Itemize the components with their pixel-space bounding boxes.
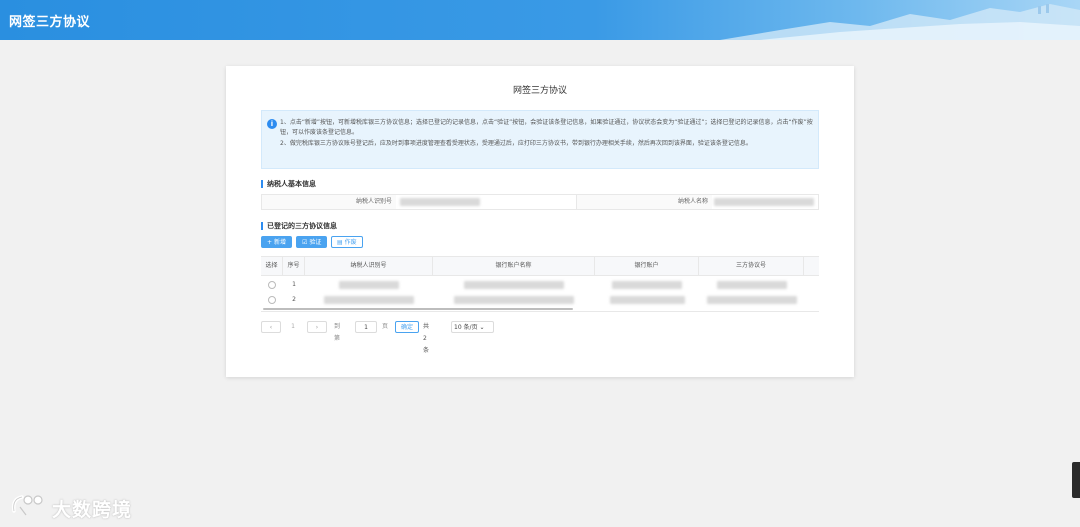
app-title: 网签三方协议 bbox=[9, 15, 91, 30]
header-index: 序号 bbox=[283, 257, 305, 275]
chevron-left-icon: ‹ bbox=[269, 324, 273, 331]
add-button[interactable]: + 新增 bbox=[261, 236, 292, 248]
row-taxpayer-id bbox=[305, 277, 433, 292]
taxpayer-id-value bbox=[400, 195, 576, 209]
page-size-select[interactable]: 10 条/页 ⌄ bbox=[451, 321, 494, 333]
main-card: 网签三方协议 i 1、点击“新增”按钮，可新增税库银三方协议信息；选择已登记的记… bbox=[226, 66, 854, 377]
header-bank-account: 银行账户 bbox=[595, 257, 699, 275]
info-icon: i bbox=[267, 119, 277, 129]
row-index: 1 bbox=[292, 281, 296, 288]
taxpayer-info-row: 纳税人识别号 纳税人名称 bbox=[261, 194, 819, 210]
row-taxpayer-id bbox=[305, 292, 433, 307]
agreements-table: 选择 序号 纳税人识别号 银行账户名称 银行账户 三方协议号 1 2 bbox=[261, 256, 819, 312]
mountain-decoration bbox=[720, 4, 1080, 40]
side-float-tab[interactable] bbox=[1072, 462, 1080, 498]
watermark: 大数跨境 bbox=[8, 491, 131, 521]
taxpayer-id-label: 纳税人识别号 bbox=[262, 195, 396, 209]
goto-confirm-button[interactable]: 确定 bbox=[395, 321, 419, 333]
goto-label: 到第 bbox=[334, 323, 341, 342]
void-button[interactable]: ▤ 作废 bbox=[331, 236, 363, 248]
watermark-text: 大数跨境 bbox=[52, 499, 133, 521]
page-unit-label: 页 bbox=[382, 323, 389, 330]
page-title: 网签三方协议 bbox=[512, 86, 567, 96]
goto-page-input[interactable]: 1 bbox=[355, 321, 377, 333]
verify-button[interactable]: ☑ 验证 bbox=[296, 236, 328, 248]
chevron-right-icon: › bbox=[315, 324, 319, 331]
prev-page-button[interactable]: ‹ bbox=[261, 321, 281, 333]
top-header: 网签三方协议 bbox=[0, 0, 1080, 40]
taxpayer-name-label: 纳税人名称 bbox=[576, 195, 712, 209]
row-index: 2 bbox=[292, 296, 296, 303]
agreements-section-title: 已登记的三方协议信息 bbox=[261, 222, 337, 230]
table-row[interactable]: 1 bbox=[261, 277, 819, 292]
total-count: 共 2 条 bbox=[423, 323, 430, 354]
row-bank-account bbox=[595, 292, 699, 307]
horizontal-scrollbar[interactable] bbox=[263, 308, 573, 310]
header-taxpayer-id: 纳税人识别号 bbox=[305, 257, 433, 275]
current-page[interactable]: 1 bbox=[283, 321, 303, 333]
watermark-logo-icon bbox=[11, 495, 43, 516]
row-agreement-no bbox=[699, 277, 804, 292]
table-header: 选择 序号 纳税人识别号 银行账户名称 银行账户 三方协议号 bbox=[261, 257, 819, 276]
header-bank-account-name: 银行账户名称 bbox=[433, 257, 595, 275]
table-row[interactable]: 2 bbox=[261, 292, 819, 307]
header-select: 选择 bbox=[261, 257, 283, 275]
row-bank-account-name bbox=[433, 277, 595, 292]
chevron-down-icon: ⌄ bbox=[479, 324, 485, 331]
notice-line-1: 1、点击“新增”按钮，可新增税库银三方协议信息；选择已登记的记录信息，点击“验证… bbox=[280, 119, 813, 136]
row-agreement-no bbox=[699, 292, 804, 307]
plus-icon: + bbox=[267, 239, 273, 246]
row-select-radio[interactable] bbox=[261, 292, 283, 307]
header-agreement-no: 三方协议号 bbox=[699, 257, 804, 275]
row-bank-account-name bbox=[433, 292, 595, 307]
taxpayer-name-value bbox=[714, 195, 818, 209]
taxpayer-section-title: 纳税人基本信息 bbox=[261, 180, 316, 188]
row-bank-account bbox=[595, 277, 699, 292]
notice-box: i 1、点击“新增”按钮，可新增税库银三方协议信息；选择已登记的记录信息，点击“… bbox=[261, 110, 819, 169]
check-square-icon: ☑ bbox=[302, 239, 308, 246]
document-icon: ▤ bbox=[337, 239, 343, 246]
notice-line-2: 2、做完税库银三方协议账号登记后，应及时到事项进度管理查看受理状态，受理通过后，… bbox=[280, 140, 752, 147]
row-select-radio[interactable] bbox=[261, 277, 283, 292]
next-page-button[interactable]: › bbox=[307, 321, 327, 333]
